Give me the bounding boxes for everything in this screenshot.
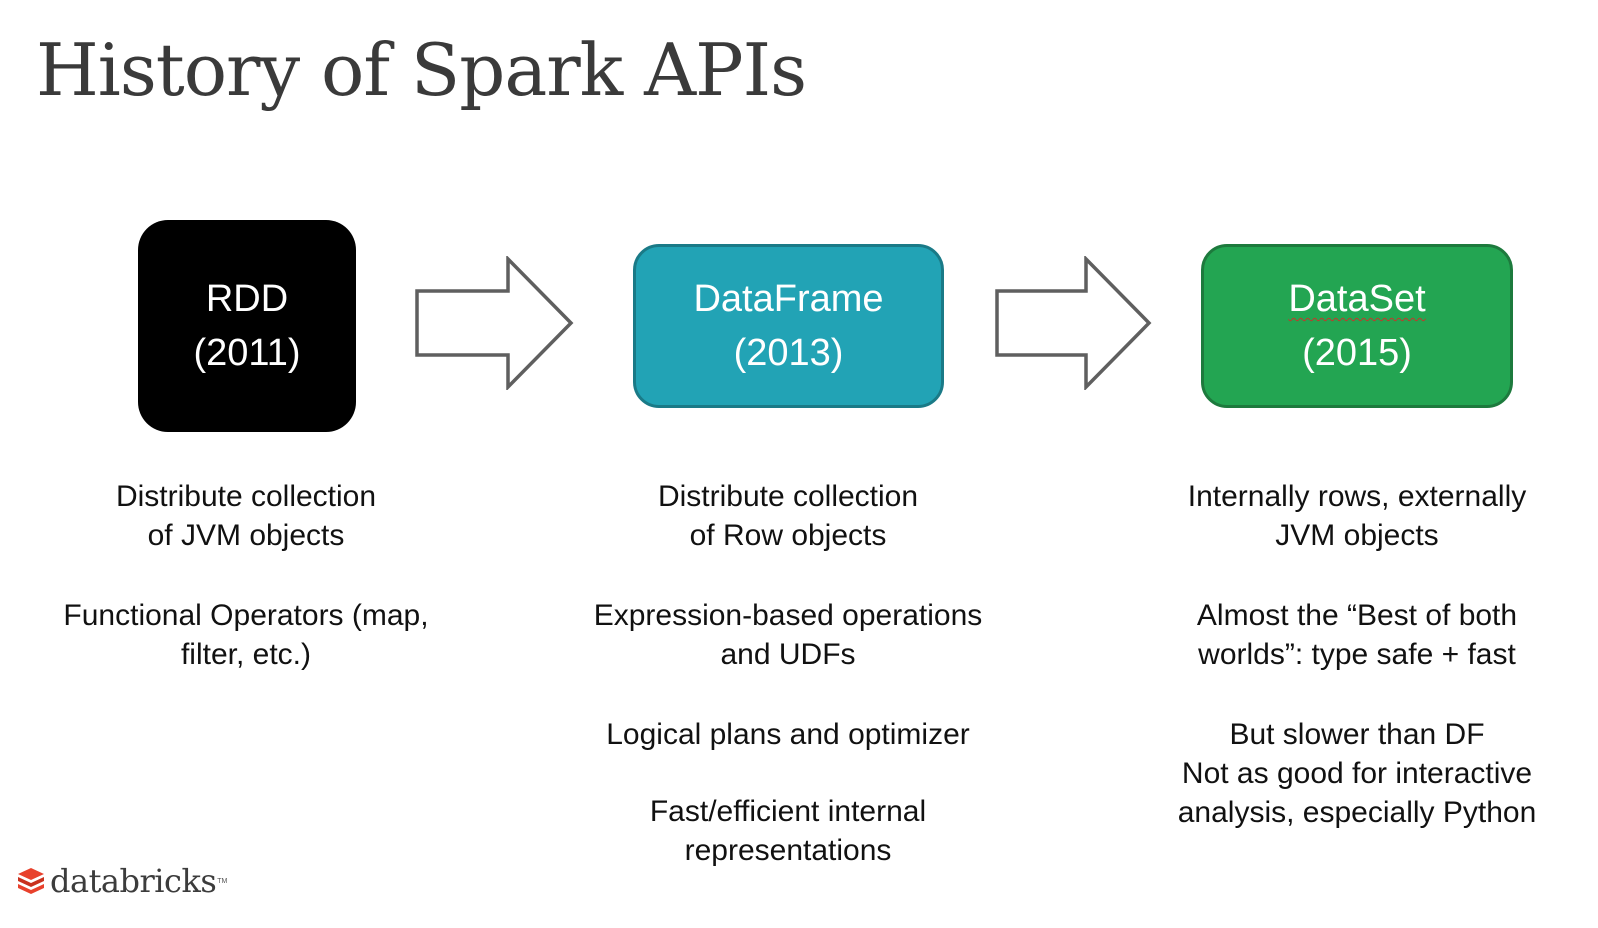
dataframe-box-name: DataFrame [693,278,884,320]
rdd-point: Distribute collection of JVM objects [115,480,377,552]
dataset-description: Internally rows, externally JVM objects … [1150,477,1564,873]
rdd-description: Distribute collection of JVM objects Fun… [20,477,472,715]
dataset-box: DataSet (2015) [1201,244,1513,408]
rdd-box: RDD (2011) [138,220,356,432]
right-arrow-icon [415,256,574,390]
dataframe-point: Logical plans and optimizer [606,718,970,751]
dataframe-description: Distribute collection of Row objects Exp… [560,477,1016,911]
dataframe-box-year: (2013) [733,332,844,374]
dataframe-box: DataFrame (2013) [633,244,944,408]
trademark-mark: TM [217,877,228,885]
dataframe-point: Fast/efficient internal representations [649,795,927,867]
dataframe-point: Distribute collection of Row objects [657,480,919,552]
rdd-box-year: (2011) [193,332,301,374]
rdd-point: Functional Operators (map, filter, etc.) [63,599,429,671]
dataset-box-year: (2015) [1302,332,1412,374]
dataframe-point: Expression-based operations and UDFs [593,599,983,671]
dataset-box-name: DataSet [1288,278,1426,320]
rdd-box-name: RDD [205,278,289,320]
databricks-stack-icon [18,868,44,894]
logo-text: databricks [50,862,217,900]
slide-title: History of Spark APIs [36,28,807,112]
right-arrow-icon [995,256,1152,390]
dataset-point: But slower than DF Not as good for inter… [1177,718,1537,829]
dataset-point: Internally rows, externally JVM objects [1187,480,1527,552]
dataset-point: Almost the “Best of both worlds”: type s… [1196,599,1518,671]
databricks-logo: databricks TM [16,862,227,900]
